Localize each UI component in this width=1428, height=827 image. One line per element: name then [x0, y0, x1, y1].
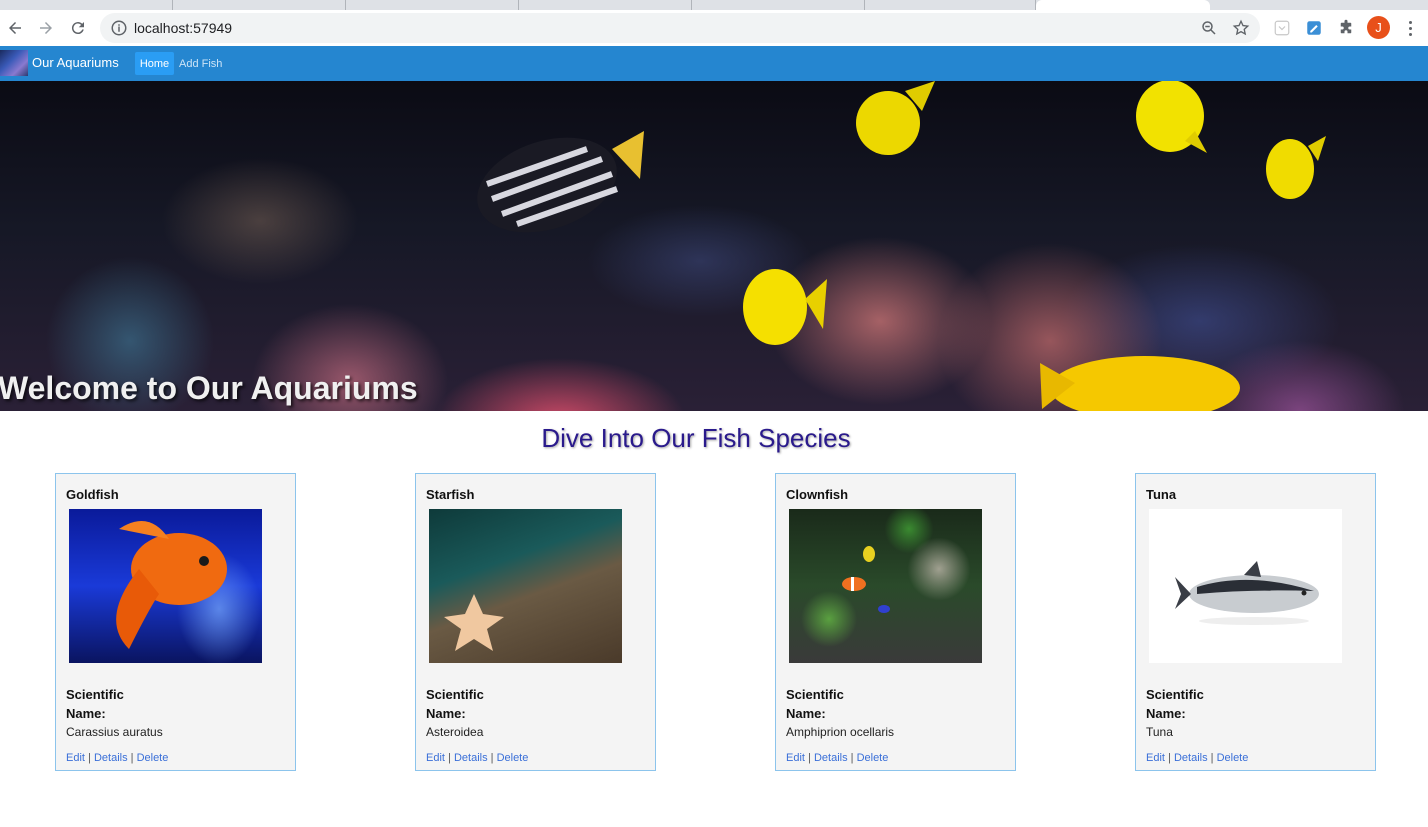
fish-card-clownfish: Clownfish Scientific Name: Amphiprion oce…: [775, 473, 1016, 771]
fish-name: Tuna: [1146, 487, 1177, 502]
scientific-name-label: Scientific Name:: [1146, 687, 1204, 721]
address-bar[interactable]: localhost:57949: [100, 13, 1260, 43]
delete-link[interactable]: Delete: [857, 752, 889, 764]
fish-card-goldfish: Goldfish Scientific Name: Carassius aurat…: [55, 473, 296, 771]
url-text[interactable]: localhost:57949: [134, 20, 232, 36]
reload-button[interactable]: [65, 15, 91, 41]
goldfish-image: [69, 509, 262, 663]
striped-fish-image: [477, 131, 644, 233]
fish-name: Goldfish: [66, 487, 119, 502]
delete-link[interactable]: Delete: [1217, 752, 1249, 764]
scientific-name-label: Scientific Name:: [426, 687, 484, 721]
browser-tab-strip: [0, 0, 1428, 10]
card-actions: Edit | Details | Delete: [66, 752, 169, 764]
delete-link[interactable]: Delete: [497, 752, 529, 764]
info-icon[interactable]: [110, 19, 128, 37]
hero-title: Welcome to Our Aquariums: [0, 370, 418, 406]
starfish-image: [429, 509, 622, 663]
edit-link[interactable]: Edit: [426, 752, 445, 764]
yellow-tang-image: [856, 81, 935, 155]
fish-name: Starfish: [426, 487, 475, 502]
yellow-tang-image: [1040, 356, 1240, 411]
scientific-name-label: Scientific Name:: [66, 687, 124, 721]
browser-tab[interactable]: [173, 0, 346, 10]
edit-link[interactable]: Edit: [786, 752, 805, 764]
fish-card-starfish: Starfish Scientific Name: Asteroidea Edit…: [415, 473, 656, 771]
brand-link[interactable]: Our Aquariums: [32, 55, 119, 70]
details-link[interactable]: Details: [94, 752, 128, 764]
browser-tab[interactable]: [0, 0, 173, 10]
profile-avatar[interactable]: J: [1367, 16, 1390, 39]
site-navbar: Our Aquariums Home Add Fish: [0, 46, 1428, 81]
tuna-shape: [1175, 561, 1319, 625]
scientific-name-value: Carassius auratus: [66, 725, 163, 739]
fish-name: Clownfish: [786, 487, 849, 502]
details-link[interactable]: Details: [1174, 752, 1208, 764]
browser-tab[interactable]: [692, 0, 865, 10]
reload-icon: [71, 22, 84, 35]
clownfish-image: [789, 509, 982, 663]
delete-link[interactable]: Delete: [137, 752, 169, 764]
details-link[interactable]: Details: [814, 752, 848, 764]
card-actions: Edit | Details | Delete: [786, 752, 889, 764]
zoom-icon[interactable]: [1200, 19, 1218, 37]
goldfish-shape: [116, 521, 227, 649]
hero-banner: Welcome to Our Aquariums: [0, 81, 1428, 411]
yellow-tang-image: [1136, 81, 1207, 153]
nav-home-link[interactable]: Home: [135, 52, 174, 75]
active-browser-tab[interactable]: [1036, 0, 1210, 10]
star-icon[interactable]: [1232, 19, 1250, 37]
brand-logo[interactable]: [0, 50, 28, 76]
forward-icon: [40, 22, 52, 34]
edit-link[interactable]: Edit: [1146, 752, 1165, 764]
starfish-shape: [444, 594, 504, 651]
card-actions: Edit | Details | Delete: [426, 752, 529, 764]
fish-card-tuna: Tuna Scientific Name: Tuna Edit | Details…: [1135, 473, 1376, 771]
details-link[interactable]: Details: [454, 752, 488, 764]
puzzle-icon[interactable]: [1337, 19, 1355, 37]
scientific-name-value: Amphiprion ocellaris: [786, 725, 895, 739]
back-button[interactable]: [2, 15, 28, 41]
browser-tab[interactable]: [865, 0, 1036, 10]
back-icon: [9, 22, 21, 34]
section-title: Dive Into Our Fish Species: [541, 423, 851, 453]
scientific-name-label: Scientific Name:: [786, 687, 844, 721]
browser-tab[interactable]: [519, 0, 692, 10]
clownfish-shape: [842, 546, 890, 613]
tuna-image: [1149, 509, 1342, 663]
forward-button[interactable]: [33, 15, 59, 41]
nav-add-fish-link[interactable]: Add Fish: [179, 58, 222, 70]
scientific-name-value: Tuna: [1146, 725, 1173, 739]
yellow-tang-image: [743, 269, 827, 345]
extension-icon[interactable]: [1273, 19, 1291, 37]
extension-icon[interactable]: [1305, 19, 1323, 37]
menu-icon[interactable]: [1400, 18, 1420, 38]
edit-link[interactable]: Edit: [66, 752, 85, 764]
browser-tab[interactable]: [346, 0, 519, 10]
scientific-name-value: Asteroidea: [426, 725, 484, 739]
yellow-tang-image: [1266, 136, 1326, 199]
browser-toolbar: localhost:57949 J: [0, 10, 1428, 47]
card-actions: Edit | Details | Delete: [1146, 752, 1249, 764]
